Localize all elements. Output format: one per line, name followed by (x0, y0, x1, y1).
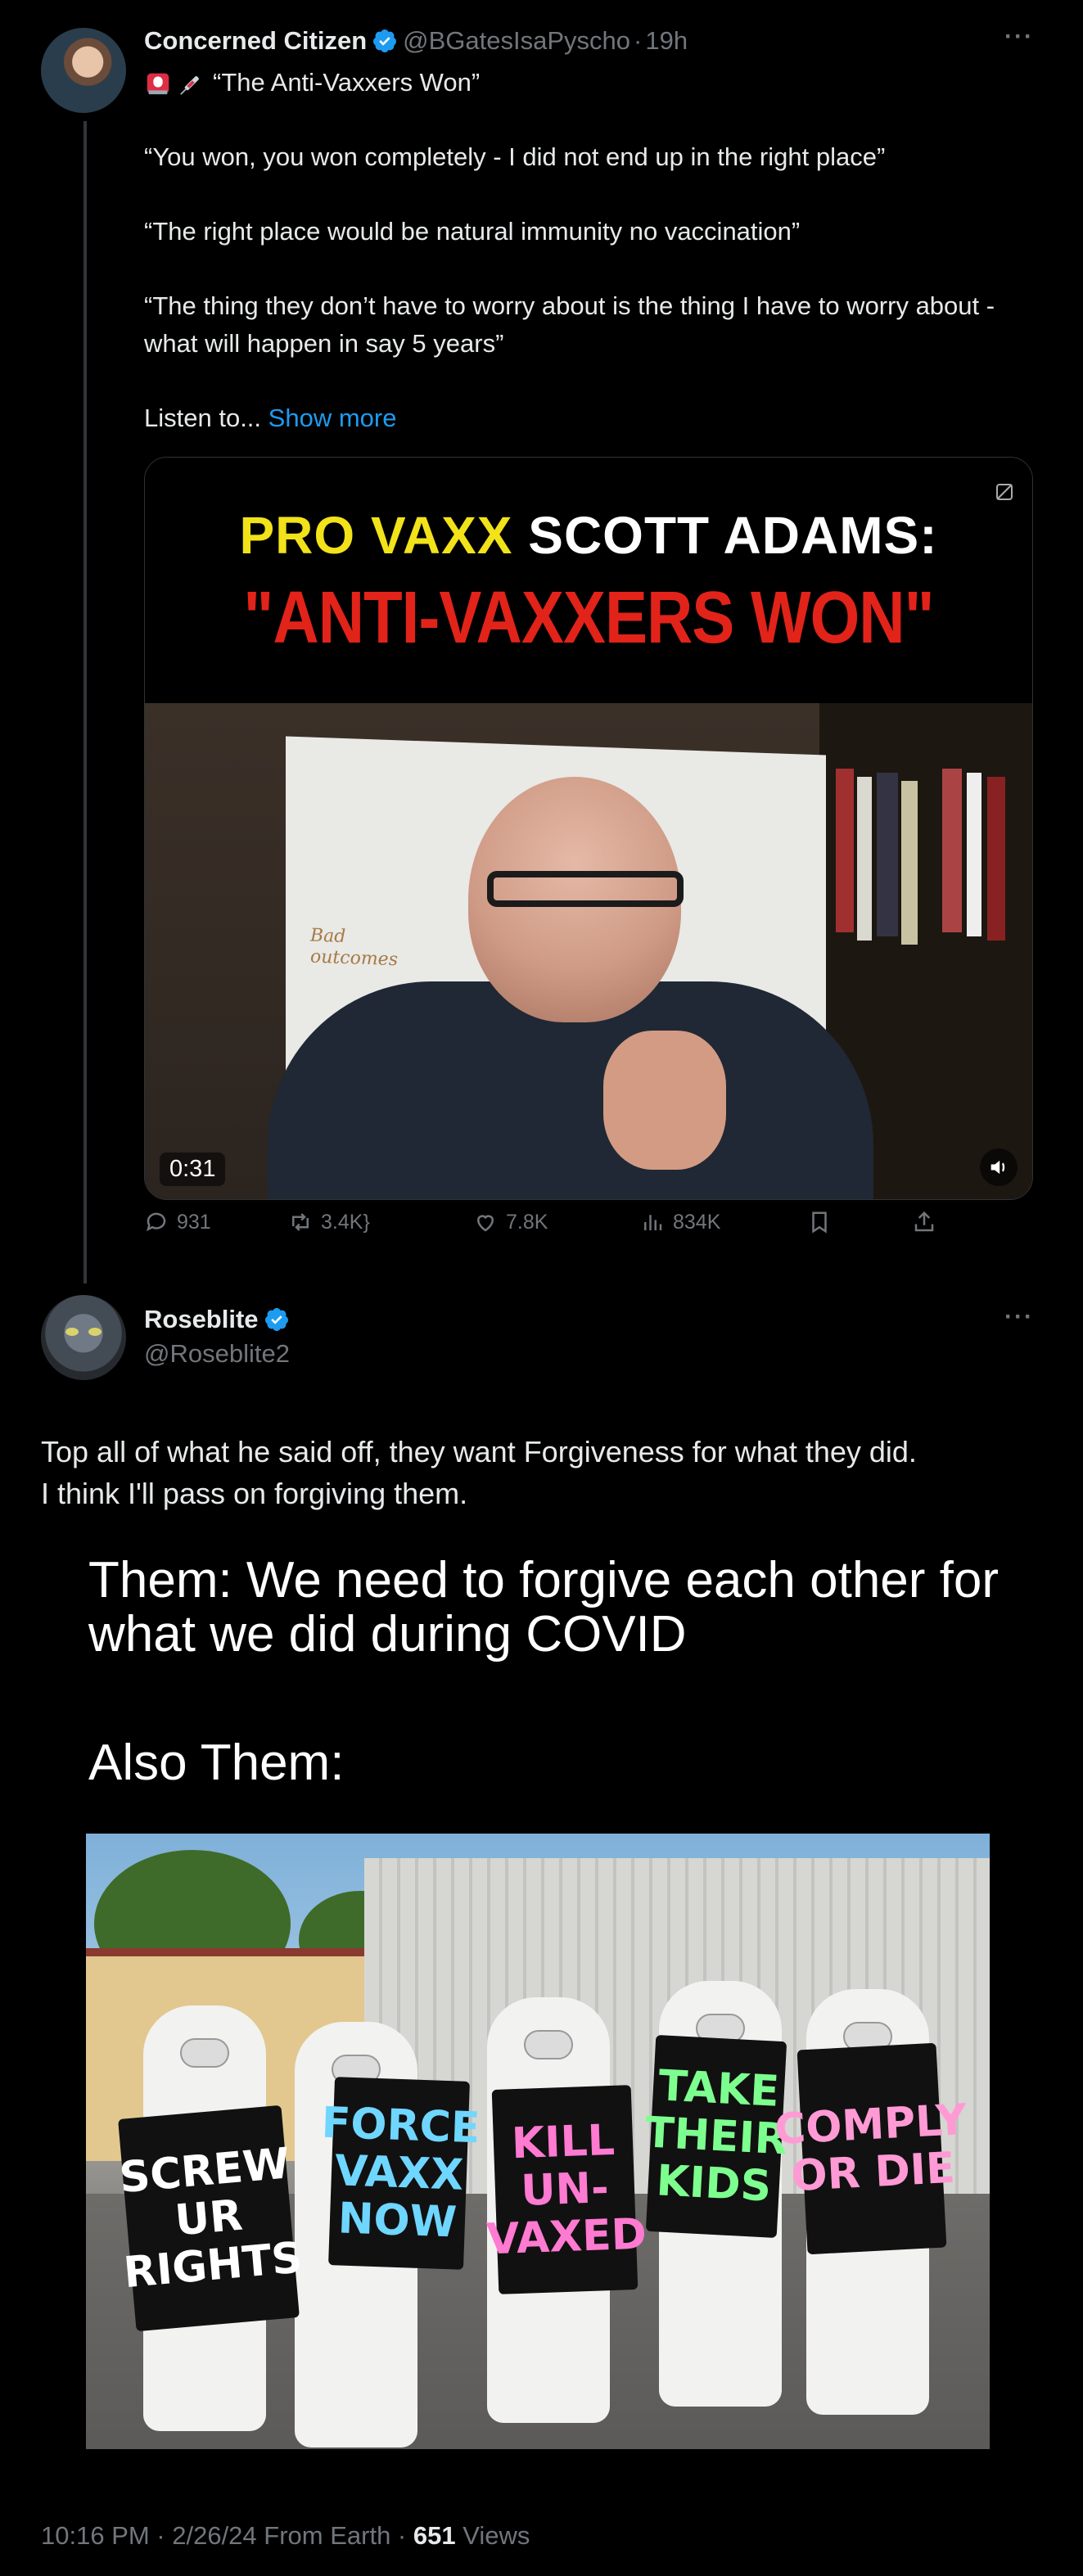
person-hand (603, 1031, 726, 1170)
tweet-actions: 931 3.4K } 7.8K 834K (144, 1210, 946, 1249)
bookmark-icon (812, 1211, 827, 1234)
header-separator: · (634, 26, 643, 55)
avatar-eye (88, 1328, 102, 1336)
post-time[interactable]: 19h (645, 26, 688, 56)
protest-sign: COMPLY OR DIE (774, 2042, 968, 2255)
video-duration: 0:31 (160, 1153, 226, 1186)
whiteboard-scribble: Bad outcomes (310, 925, 398, 971)
author-avatar[interactable] (41, 1295, 126, 1380)
protest-sign: KILL UN-VAXED (485, 2085, 648, 2294)
truncated-text: Listen to... (144, 404, 262, 432)
reply-count: 931 (177, 1210, 211, 1234)
meme-image[interactable]: Them: We need to forgive each other for … (41, 1529, 1048, 2470)
post-views-label: Views (463, 2521, 530, 2550)
tweet-paragraph: “The thing they don’t have to worry abou… (144, 291, 995, 358)
bookmark-button[interactable] (807, 1210, 840, 1234)
banner-headline-white: SCOTT ADAMS: (528, 506, 938, 565)
tweet-paragraph: “You won, you won completely - I did not… (144, 142, 886, 171)
author-name[interactable]: Roseblite (144, 1305, 259, 1334)
tweet-body: Top all of what he said off, they want F… (41, 1431, 1023, 1514)
verified-badge-icon (264, 1308, 288, 1331)
protest-sign: SCREW UR RIGHTS (117, 2105, 305, 2332)
video-player[interactable]: PRO VAXX SCOTT ADAMS: "ANTI-VAXXERS WON"… (144, 457, 1033, 1200)
tweet-header: Concerned Citizen @BGatesIsaPyscho · 19h (144, 23, 688, 59)
like-button[interactable]: 7.8K (473, 1210, 548, 1234)
meme-caption-2: Also Them: (88, 1735, 345, 1791)
author-name[interactable]: Concerned Citizen (144, 26, 367, 56)
tweet-text-line: I think I'll pass on forgiving them. (41, 1477, 468, 1510)
thread-connector-line (83, 121, 87, 1283)
repost-button[interactable]: 3.4K } (288, 1210, 370, 1234)
banner-headline: PRO VAXX SCOTT ADAMS: (145, 505, 1032, 566)
meme-caption: Them: We need to forgive each other for … (88, 1552, 1000, 1662)
heart-icon (476, 1215, 494, 1232)
post-view-count: 651 (413, 2521, 456, 2550)
analytics-icon (644, 1215, 662, 1230)
author-handle[interactable]: @BGatesIsaPyscho (403, 26, 630, 56)
post-footer: 10:16 PM · 2/26/24 From Earth · 651 View… (41, 2521, 530, 2551)
views-button[interactable]: 834K (640, 1210, 720, 1234)
author-handle[interactable]: @Roseblite2 (144, 1339, 290, 1369)
syringe-emoji-icon (180, 76, 199, 95)
protest-photo: SCREW UR RIGHTS FORCE VAXX NOW KILL UN-V… (86, 1834, 990, 2449)
tweet-paragraph: “The right place would be natural immuni… (144, 217, 801, 246)
more-options-button[interactable]: ··· (1004, 23, 1034, 51)
glasses (487, 871, 684, 907)
share-icon (914, 1211, 934, 1232)
avatar-eye (65, 1328, 79, 1336)
show-more-link[interactable]: Show more (268, 404, 397, 432)
repost-icon (292, 1213, 309, 1231)
banner-headline-yellow: PRO VAXX (239, 506, 513, 565)
like-count: 7.8K (506, 1210, 548, 1234)
reply-icon (147, 1212, 166, 1232)
repost-count: 3.4K (321, 1210, 363, 1234)
siren-emoji-icon (147, 73, 169, 95)
tweet-truncated-line: Listen to... Show more (144, 399, 1028, 437)
reply-button[interactable]: 931 (144, 1210, 211, 1234)
tweet-text-line: Top all of what he said off, they want F… (41, 1435, 917, 1468)
video-frame[interactable]: Bad outcomes 0:31 (145, 703, 1032, 1199)
banner-subheadline: "ANTI-VAXXERS WON" (243, 575, 934, 659)
tweet-title: “The Anti-Vaxxers Won” (213, 68, 481, 97)
volume-button[interactable] (980, 1148, 1018, 1186)
views-count: 834K (673, 1210, 721, 1234)
protest-sign: TAKE THEIR KIDS (644, 2034, 788, 2239)
tweet-body: “The Anti-Vaxxers Won” “You won, you won… (144, 64, 1028, 474)
content-warning-icon[interactable] (995, 482, 1014, 502)
post-timestamp[interactable]: 10:16 PM · 2/26/24 From Earth · (41, 2521, 406, 2550)
speaker-icon (990, 1160, 1005, 1175)
share-button[interactable] (912, 1210, 945, 1234)
video-banner: PRO VAXX SCOTT ADAMS: "ANTI-VAXXERS WON" (145, 458, 1032, 703)
more-options-button[interactable]: ··· (1004, 1303, 1034, 1331)
verified-badge-icon (373, 29, 397, 52)
protest-sign: FORCE VAXX NOW (321, 2077, 481, 2270)
tweet-title-line: “The Anti-Vaxxers Won” (144, 64, 1028, 102)
author-avatar[interactable] (41, 28, 126, 113)
tweet-header: Roseblite (144, 1302, 295, 1338)
